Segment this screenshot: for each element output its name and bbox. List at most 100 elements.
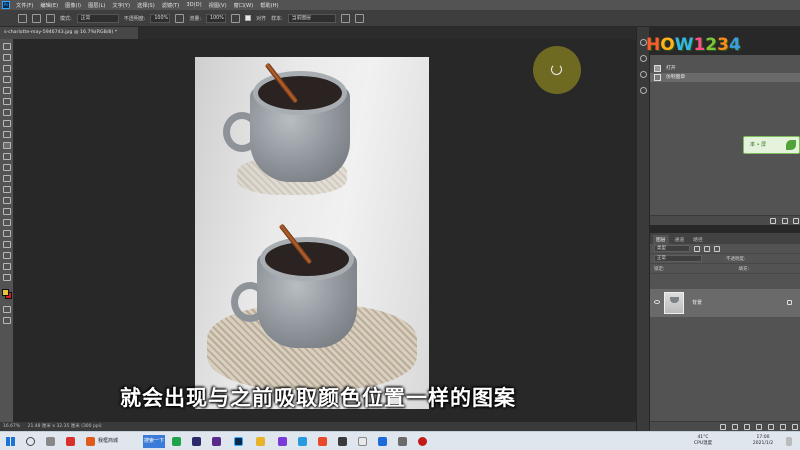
menu-edit[interactable]: 编辑(E) — [40, 2, 58, 9]
zoom-tool-icon[interactable] — [3, 263, 11, 270]
hand-tool-icon[interactable] — [3, 252, 11, 259]
adjustment-layer-icon[interactable] — [756, 424, 762, 430]
menu-type[interactable]: 文字(Y) — [112, 2, 130, 9]
menu-view[interactable]: 视图(V) — [209, 2, 227, 9]
clone-stamp-preset-icon[interactable] — [18, 13, 27, 23]
menu-help[interactable]: 帮助(H) — [260, 2, 278, 9]
pressure-size-icon[interactable] — [354, 13, 364, 23]
menu-3d[interactable]: 3D(D) — [186, 2, 201, 8]
new-snapshot-icon[interactable] — [770, 218, 776, 224]
info-panel-icon[interactable] — [640, 55, 647, 62]
tab-paths[interactable]: 路径 — [690, 235, 706, 244]
zoom-level[interactable]: 16.67% — [3, 424, 20, 429]
aligned-checkbox[interactable] — [245, 15, 252, 21]
menu-image[interactable]: 图像(I) — [65, 2, 81, 9]
menu-filter[interactable]: 滤镜(T) — [162, 2, 180, 9]
app-icon-purple[interactable] — [212, 437, 221, 446]
group-icon[interactable] — [768, 424, 774, 430]
type-filter-icon[interactable] — [714, 245, 720, 252]
app-icon-gray[interactable] — [398, 437, 407, 446]
frame-tool-icon[interactable] — [3, 98, 11, 105]
app-icon-red[interactable] — [318, 437, 327, 446]
app-icon-violet[interactable] — [278, 437, 287, 446]
menu-window[interactable]: 窗口(W) — [234, 2, 254, 9]
eyedropper-tool-icon[interactable] — [3, 109, 11, 116]
search-button[interactable]: 搜索一下 — [143, 435, 165, 448]
canvas-area[interactable] — [14, 39, 636, 422]
record-icon[interactable] — [418, 437, 427, 446]
windows-start-icon[interactable] — [6, 437, 15, 446]
photoshop-taskbar-icon[interactable] — [234, 437, 243, 446]
camera-icon[interactable] — [782, 218, 788, 224]
dodge-tool-icon[interactable] — [3, 197, 11, 204]
blur-tool-icon[interactable] — [3, 186, 11, 193]
pixel-filter-icon[interactable] — [694, 245, 700, 252]
app-icon-blue-2[interactable] — [378, 437, 387, 446]
marquee-tool-icon[interactable] — [3, 54, 11, 61]
adjustment-filter-icon[interactable] — [704, 245, 710, 252]
game-controller-icon[interactable] — [66, 437, 75, 446]
folder-icon[interactable] — [256, 437, 265, 446]
link-layers-icon[interactable] — [720, 424, 726, 430]
document-canvas[interactable] — [195, 57, 429, 409]
clone-source-icon[interactable] — [46, 13, 55, 23]
layer-row-background[interactable]: 背景 — [650, 289, 800, 317]
brush-settings-icon[interactable] — [32, 13, 41, 23]
pen-tool-icon[interactable] — [3, 208, 11, 215]
history-row-open[interactable]: 打开 — [650, 64, 800, 73]
clock[interactable]: 17:00 2021/1/2 — [748, 435, 778, 447]
move-tool-icon[interactable] — [3, 43, 11, 50]
tab-layers[interactable]: 图层 — [653, 235, 669, 244]
sample-select[interactable]: 当前图层 — [287, 13, 336, 23]
magic-wand-tool-icon[interactable] — [3, 76, 11, 83]
layer-style-icon[interactable] — [732, 424, 738, 430]
premiere-icon[interactable] — [192, 437, 201, 446]
layer-mask-icon[interactable] — [744, 424, 750, 430]
lasso-tool-icon[interactable] — [3, 65, 11, 72]
eye-icon[interactable] — [654, 300, 660, 304]
flow-field[interactable]: 100% — [206, 13, 227, 23]
browser-taskbar-label[interactable]: 我框商城 — [98, 437, 118, 446]
menu-select[interactable]: 选择(S) — [137, 2, 155, 9]
weather-widget[interactable]: 41°C CPU温度 — [688, 435, 718, 447]
blend-mode-select[interactable]: 正常 — [654, 255, 702, 262]
swatches-panel-icon[interactable] — [640, 87, 647, 94]
tab-channels[interactable]: 通道 — [672, 235, 688, 244]
delete-layer-icon[interactable] — [792, 424, 798, 430]
notification-icon[interactable] — [786, 437, 792, 446]
airbrush-icon[interactable] — [231, 13, 241, 23]
mode-select[interactable]: 正常 — [76, 13, 119, 23]
layer-kind-filter[interactable]: 类型 — [654, 245, 690, 252]
app-icon-green[interactable] — [172, 437, 181, 446]
history-brush-tool-icon[interactable] — [3, 153, 11, 160]
quick-mask-icon[interactable] — [3, 306, 11, 313]
layer-name[interactable]: 背景 — [692, 299, 702, 306]
properties-panel-icon[interactable] — [640, 71, 647, 78]
document-tab[interactable]: s-charlotte-may-5946743.jpg @ 16.7%(RGB/… — [0, 27, 138, 39]
menu-file[interactable]: 文件(F) — [16, 2, 33, 9]
healing-brush-tool-icon[interactable] — [3, 120, 11, 127]
foreground-color-swatch[interactable] — [2, 289, 9, 296]
crop-tool-icon[interactable] — [3, 87, 11, 94]
screen-mode-icon[interactable] — [3, 317, 11, 324]
clone-stamp-tool-icon[interactable] — [3, 142, 11, 149]
search-icon[interactable] — [26, 437, 35, 446]
history-row-clone-stamp[interactable]: 仿制图章 — [650, 73, 800, 82]
brush-tool-icon[interactable] — [3, 131, 11, 138]
lock-icon[interactable] — [787, 300, 792, 305]
eraser-tool-icon[interactable] — [3, 164, 11, 171]
gradient-tool-icon[interactable] — [3, 175, 11, 182]
trash-icon[interactable] — [793, 218, 799, 224]
ignore-adjustment-icon[interactable] — [340, 13, 350, 23]
app-icon-dark[interactable] — [338, 437, 347, 446]
path-selection-tool-icon[interactable] — [3, 230, 11, 237]
pressure-opacity-icon[interactable] — [175, 13, 185, 23]
opacity-field[interactable]: 100% — [150, 13, 171, 23]
shape-tool-icon[interactable] — [3, 241, 11, 248]
task-view-icon[interactable] — [46, 437, 55, 446]
side-badge[interactable]: 率 • 屏 — [743, 136, 800, 154]
app-icon-white[interactable] — [358, 437, 367, 446]
app-icon-blue[interactable] — [298, 437, 307, 446]
more-tools-icon[interactable] — [3, 274, 11, 281]
menu-layer[interactable]: 图层(L) — [88, 2, 105, 9]
